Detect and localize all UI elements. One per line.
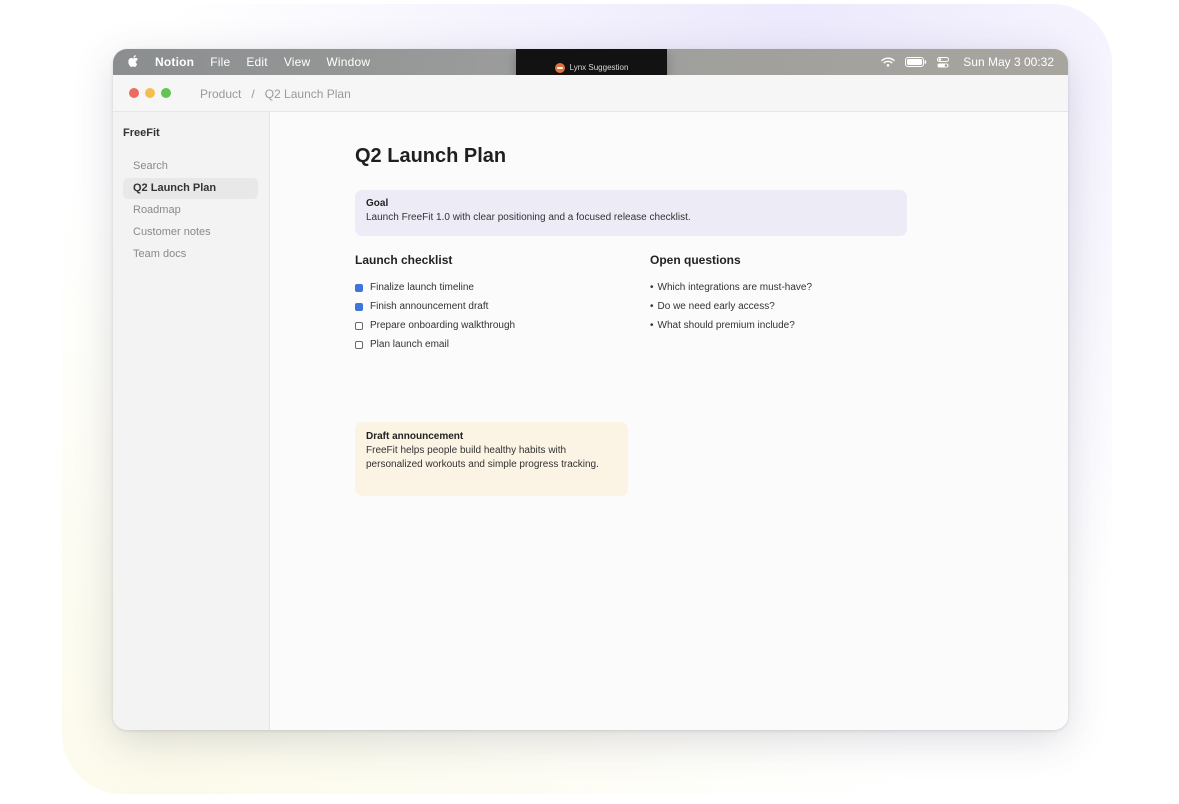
- question-text: Do we need early access?: [657, 301, 775, 312]
- draft-heading: Draft announcement: [366, 431, 464, 442]
- workspace-name[interactable]: FreeFit: [123, 127, 160, 139]
- apple-icon[interactable]: [127, 54, 139, 68]
- list-item[interactable]: • What should premium include?: [650, 316, 812, 335]
- unchecked-checkbox[interactable]: [355, 340, 363, 349]
- lynx-suggestion-label: Lynx Suggestion: [569, 63, 629, 72]
- menu-file[interactable]: File: [210, 55, 230, 69]
- open-questions-heading: Open questions: [650, 253, 741, 267]
- goal-heading: Goal: [366, 198, 389, 209]
- breadcrumb-separator: /: [251, 87, 255, 101]
- draft-announcement-callout[interactable]: Draft announcement FreeFit helps people …: [355, 422, 628, 496]
- breadcrumb-product[interactable]: Product: [200, 87, 241, 101]
- launch-checklist: Finalize launch timeline Finish announce…: [355, 278, 515, 354]
- menu-app-name[interactable]: Notion: [155, 55, 194, 69]
- checked-checkbox[interactable]: [355, 283, 363, 292]
- minimize-window-button[interactable]: [145, 88, 155, 98]
- open-questions-list: • Which integrations are must-have? • Do…: [650, 278, 812, 335]
- checked-checkbox[interactable]: [355, 302, 363, 311]
- goal-text: Launch FreeFit 1.0 with clear positionin…: [366, 212, 691, 223]
- control-center-icon[interactable]: [937, 56, 950, 68]
- unchecked-checkbox[interactable]: [355, 321, 363, 330]
- checklist-item[interactable]: Finalize launch timeline: [355, 278, 515, 297]
- app-window: Notion File Edit View Window Sun May 3 0…: [113, 49, 1068, 730]
- bullet: •: [650, 301, 654, 312]
- close-window-button[interactable]: [129, 88, 139, 98]
- list-item[interactable]: • Do we need early access?: [650, 297, 812, 316]
- checklist-item-label: Finish announcement draft: [370, 301, 489, 312]
- checklist-item[interactable]: Plan launch email: [355, 335, 515, 354]
- question-text: Which integrations are must-have?: [657, 282, 813, 293]
- sidebar-item-team-docs[interactable]: Team docs: [123, 244, 258, 265]
- checklist-item-label: Prepare onboarding walkthrough: [370, 320, 516, 331]
- checklist-item[interactable]: Prepare onboarding walkthrough: [355, 316, 515, 335]
- checklist-item-label: Plan launch email: [370, 339, 449, 350]
- checklist-item[interactable]: Finish announcement draft: [355, 297, 515, 316]
- battery-icon[interactable]: [905, 57, 927, 67]
- sidebar-item-roadmap[interactable]: Roadmap: [123, 200, 258, 221]
- sidebar-item-q2-launch-plan[interactable]: Q2 Launch Plan: [123, 178, 258, 199]
- zoom-window-button[interactable]: [161, 88, 171, 98]
- checklist-item-label: Finalize launch timeline: [370, 282, 474, 293]
- list-item[interactable]: • Which integrations are must-have?: [650, 278, 812, 297]
- sidebar-nav: Search Q2 Launch Plan Roadmap Customer n…: [123, 156, 258, 266]
- page-title[interactable]: Q2 Launch Plan: [355, 145, 506, 168]
- checklist-heading: Launch checklist: [355, 253, 453, 267]
- menu-edit[interactable]: Edit: [246, 55, 267, 69]
- menu-view[interactable]: View: [284, 55, 311, 69]
- menu-clock[interactable]: Sun May 3 00:32: [963, 55, 1054, 69]
- menu-status-area: Sun May 3 00:32: [871, 49, 1054, 75]
- menu-items: Notion File Edit View Window: [155, 49, 386, 75]
- question-text: What should premium include?: [657, 320, 795, 331]
- lynx-icon: [554, 62, 565, 73]
- breadcrumb: Product / Q2 Launch Plan: [200, 87, 351, 101]
- page-content: Q2 Launch Plan Goal Launch FreeFit 1.0 w…: [270, 112, 1068, 730]
- menu-window[interactable]: Window: [326, 55, 370, 69]
- bullet: •: [650, 320, 654, 331]
- breadcrumb-current-page[interactable]: Q2 Launch Plan: [265, 87, 351, 101]
- title-bar: Product / Q2 Launch Plan: [113, 75, 1068, 112]
- window-controls: [129, 88, 177, 98]
- sidebar-item-customer-notes[interactable]: Customer notes: [123, 222, 258, 243]
- bullet: •: [650, 282, 654, 293]
- draft-text: FreeFit helps people build healthy habit…: [366, 445, 599, 470]
- sidebar-item-search[interactable]: Search: [123, 156, 258, 177]
- wifi-icon[interactable]: [881, 57, 895, 67]
- goal-callout[interactable]: Goal Launch FreeFit 1.0 with clear posit…: [355, 190, 907, 236]
- sidebar: FreeFit Search Q2 Launch Plan Roadmap Cu…: [113, 112, 270, 730]
